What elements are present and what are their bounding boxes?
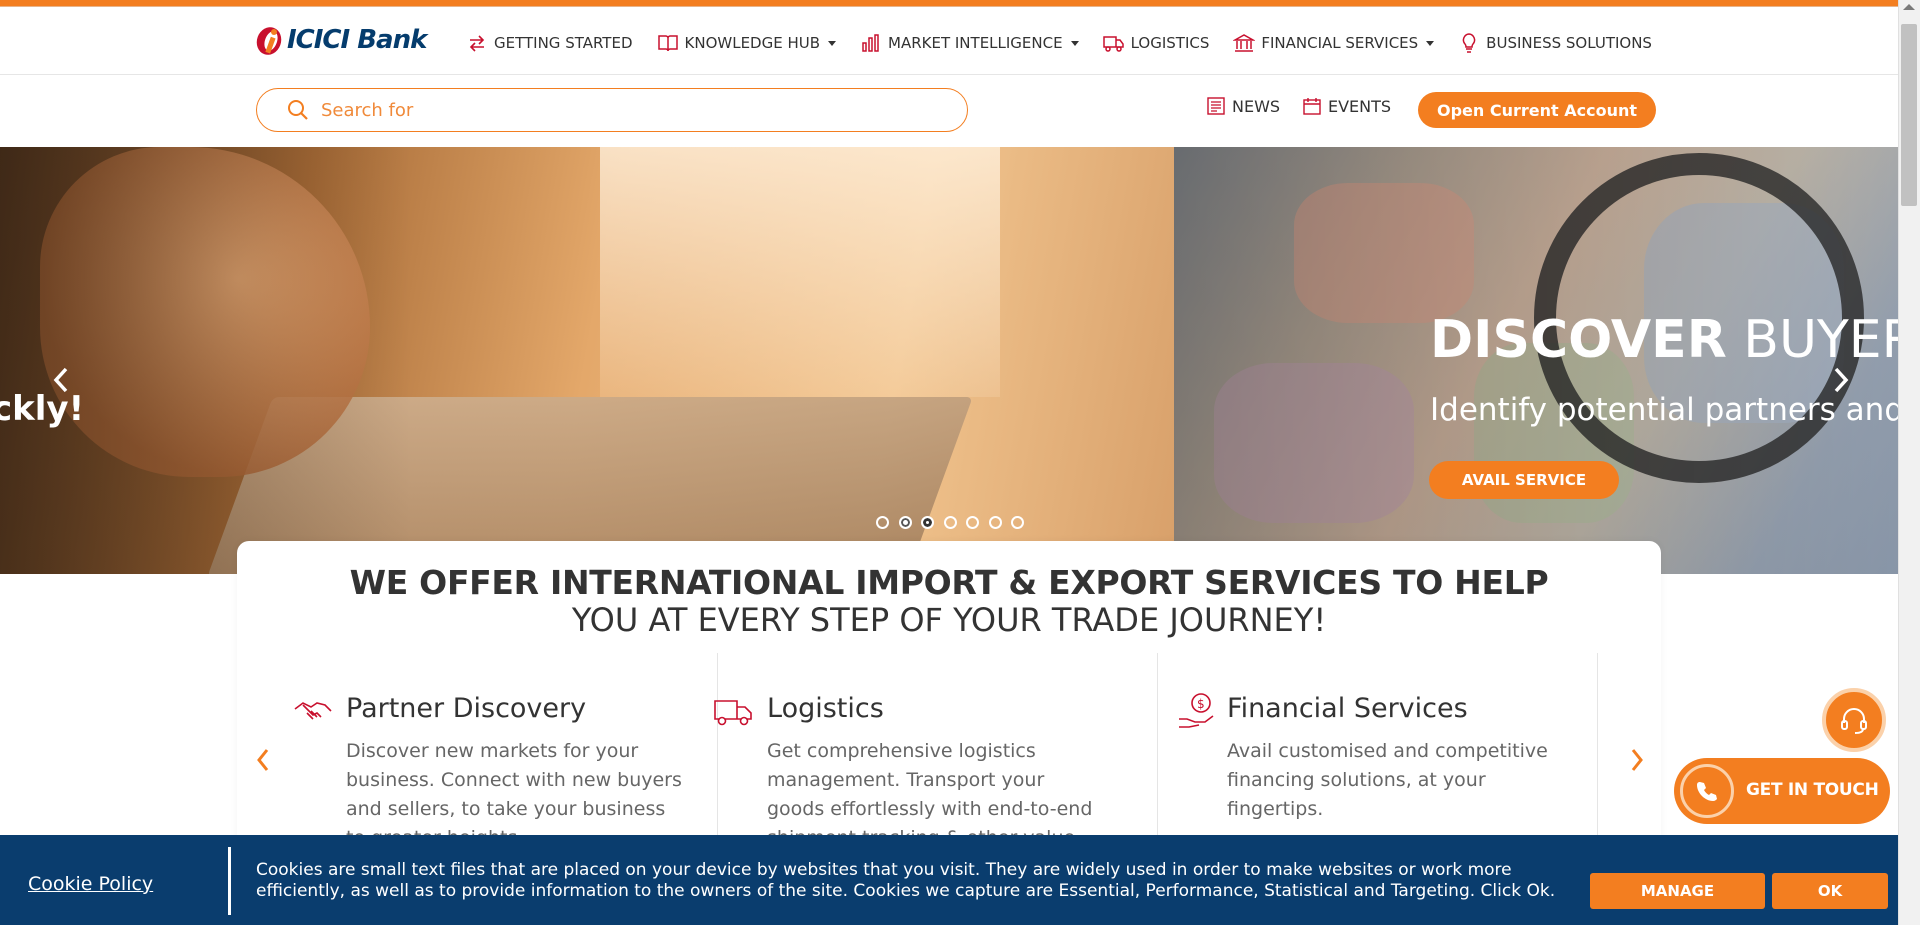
hero-title: DISCOVER BUYERS (1430, 310, 1920, 370)
chevron-down-icon (1070, 40, 1079, 46)
search-input[interactable] (321, 99, 921, 121)
phone-icon (1697, 782, 1717, 801)
carousel-dots (876, 516, 1034, 529)
nav-getting-started[interactable]: GETTING STARTED (466, 32, 633, 54)
events-link[interactable]: EVENTS (1302, 96, 1391, 116)
nav-label: LOGISTICS (1130, 34, 1210, 52)
nav-business-solutions[interactable]: BUSINESS SOLUTIONS (1458, 32, 1652, 54)
hero-slide-previous: ) ckly! (0, 147, 1174, 574)
slide-vignette (0, 147, 1174, 574)
services-prev-button[interactable] (251, 745, 275, 775)
avail-service-button[interactable]: AVAIL SERVICE (1429, 461, 1619, 499)
services-heading-line1: WE OFFER INTERNATIONAL IMPORT & EXPORT S… (349, 563, 1549, 602)
chevron-down-icon (828, 40, 837, 46)
phone-circle (1680, 764, 1734, 818)
lightbulb-icon (1462, 33, 1476, 53)
service-divider (1157, 653, 1158, 853)
hero-prev-button[interactable] (46, 362, 76, 398)
news-link[interactable]: NEWS (1206, 96, 1280, 116)
calendar-icon (1303, 98, 1321, 115)
carousel-dot[interactable] (988, 516, 1002, 529)
top-accent-bar (0, 0, 1920, 7)
service-divider (717, 653, 718, 853)
service-description: Avail customised and competitive financi… (1227, 740, 1548, 820)
search-icon (288, 100, 308, 120)
nav-label: GETTING STARTED (494, 34, 633, 52)
carousel-dot[interactable] (943, 516, 957, 529)
service-divider (1597, 653, 1598, 853)
nav-label: KNOWLEDGE HUB (684, 34, 821, 52)
carousel-dot[interactable] (966, 516, 979, 529)
get-in-touch-button[interactable]: GET IN TOUCH (1674, 758, 1890, 824)
events-label: EVENTS (1328, 96, 1392, 116)
services-next-button[interactable] (1625, 745, 1649, 775)
nav-logistics[interactable]: LOGISTICS (1102, 32, 1210, 54)
logo-wordmark: ICICI Bank (287, 25, 427, 55)
arrows-exchange-icon (469, 35, 485, 52)
nav-label: FINANCIAL SERVICES (1261, 34, 1419, 52)
service-title: Logistics (767, 693, 884, 724)
nav-label: MARKET INTELLIGENCE (888, 34, 1063, 52)
handshake-icon (294, 702, 332, 720)
cookie-divider (228, 847, 231, 915)
cookie-manage-button[interactable]: MANAGE (1590, 873, 1765, 909)
carousel-dot[interactable] (1011, 516, 1024, 529)
chevron-left-icon (257, 749, 269, 771)
service-title: Partner Discovery (346, 693, 587, 724)
get-in-touch-label: GET IN TOUCH (1746, 780, 1879, 800)
icici-logo[interactable]: ICICI Bank (255, 20, 427, 60)
cookie-banner: Cookie Policy Cookies are small text fil… (0, 835, 1898, 925)
nav-label: BUSINESS SOLUTIONS (1486, 34, 1652, 52)
newspaper-icon (1207, 97, 1225, 115)
hero-title-light: BUYERS (1743, 310, 1920, 370)
money-hand-icon: $ (1179, 693, 1214, 728)
main-nav: GETTING STARTED KNOWLEDGE HUB MARKET INT… (466, 30, 1676, 56)
nav-market-intelligence[interactable]: MARKET INTELLIGENCE (860, 32, 1079, 54)
chevron-left-icon (53, 367, 68, 393)
nav-knowledge-hub[interactable]: KNOWLEDGE HUB (657, 32, 837, 54)
truck-icon (1102, 36, 1124, 52)
hero-title-bold: DISCOVER (1430, 310, 1727, 370)
open-current-account-button[interactable]: Open Current Account (1418, 92, 1656, 128)
hero-previous-heading: ) (0, 317, 4, 373)
cookie-policy-link[interactable]: Cookie Policy (28, 873, 153, 895)
services-heading-line2: YOU AT EVERY STEP OF YOUR TRADE JOURNEY! (571, 601, 1327, 639)
scrollbar-thumb[interactable] (1901, 24, 1917, 206)
scroll-up-arrow-icon[interactable] (1903, 4, 1915, 10)
news-label: NEWS (1232, 96, 1281, 116)
svg-text:$: $ (1197, 697, 1205, 711)
hero-next-button[interactable] (1826, 362, 1856, 398)
open-book-icon (657, 35, 678, 52)
chevron-right-icon (1834, 367, 1849, 393)
service-title: Financial Services (1227, 693, 1468, 724)
bank-building-icon (1233, 34, 1256, 52)
cookie-ok-button[interactable]: OK (1772, 873, 1888, 909)
carousel-dot[interactable] (921, 516, 934, 529)
chevron-right-icon (1631, 749, 1643, 771)
headset-icon (1841, 708, 1867, 734)
nav-financial-services[interactable]: FINANCIAL SERVICES (1233, 32, 1435, 54)
header-divider (0, 74, 1898, 75)
cookie-text: Cookies are small text files that are pl… (256, 860, 1556, 901)
chevron-down-icon (1426, 40, 1435, 46)
support-chat-button[interactable] (1822, 688, 1886, 752)
carousel-dot-active[interactable] (898, 516, 912, 529)
carousel-dot[interactable] (876, 516, 889, 529)
search-bar[interactable] (256, 88, 968, 132)
icici-logo-mark-icon (255, 23, 285, 57)
bar-chart-icon (862, 34, 879, 52)
delivery-truck-icon (714, 700, 752, 726)
